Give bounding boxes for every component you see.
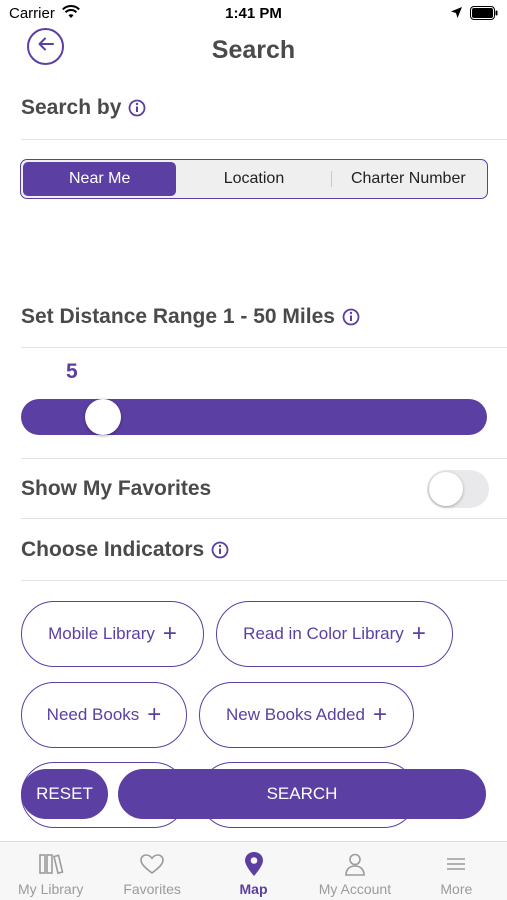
chip-new-books-added[interactable]: New Books Added + [199, 682, 414, 748]
map-pin-icon [243, 851, 265, 877]
person-icon [343, 851, 367, 877]
plus-icon: + [372, 701, 387, 728]
chip-read-in-color-library[interactable]: Read in Color Library + [216, 601, 453, 667]
search-by-label: Search by [21, 96, 122, 119]
status-time: 1:41 PM [225, 5, 282, 22]
info-icon[interactable] [211, 541, 229, 559]
toggle-knob [429, 472, 463, 506]
plus-icon: + [411, 620, 426, 647]
chip-mobile-library[interactable]: Mobile Library + [21, 601, 204, 667]
search-button[interactable]: SEARCH [118, 769, 486, 819]
tab-more[interactable]: More [406, 842, 507, 900]
search-by-heading: Search by [21, 96, 146, 120]
distance-slider[interactable] [21, 399, 487, 435]
chip-label: New Books Added [226, 705, 365, 724]
indicators-label: Choose Indicators [21, 538, 205, 561]
chip-label: Read in Color Library [243, 624, 404, 643]
tab-label: Favorites [123, 881, 181, 897]
tab-label: My Account [318, 881, 392, 897]
menu-icon [445, 851, 467, 877]
search-by-segmented-control: Near Me Location Charter Number [20, 159, 488, 199]
divider [21, 347, 507, 348]
tab-label: More [440, 881, 473, 897]
divider [21, 139, 507, 140]
show-favorites-toggle[interactable] [427, 470, 489, 508]
slider-thumb[interactable] [84, 399, 121, 435]
heart-icon [139, 851, 165, 877]
location-arrow-icon [450, 6, 463, 24]
distance-heading: Set Distance Range 1 - 50 Miles [21, 305, 360, 329]
chip-label: Mobile Library [48, 624, 155, 643]
chip-need-books[interactable]: Need Books + [21, 682, 187, 748]
divider [21, 518, 507, 519]
tab-my-account[interactable]: My Account [304, 842, 405, 900]
tab-label: Map [239, 881, 268, 897]
plus-icon: + [147, 701, 162, 728]
plus-icon: + [162, 620, 177, 647]
battery-icon [470, 6, 498, 25]
info-icon[interactable] [128, 99, 146, 117]
divider [21, 458, 507, 459]
segment-near-me[interactable]: Near Me [23, 162, 177, 196]
reset-button[interactable]: RESET [21, 769, 108, 819]
tab-favorites[interactable]: Favorites [101, 842, 202, 900]
info-icon[interactable] [342, 308, 360, 326]
page-title: Search [211, 36, 296, 64]
show-favorites-label: Show My Favorites [21, 477, 212, 500]
status-bar: Carrier 1:41 PM [0, 0, 507, 28]
indicators-heading: Choose Indicators [21, 538, 229, 562]
distance-label: Set Distance Range 1 - 50 Miles [21, 305, 335, 328]
books-icon [38, 851, 64, 877]
tab-bar: My Library Favorites Map My Account More [0, 841, 507, 900]
tab-map[interactable]: Map [203, 842, 304, 900]
segment-location[interactable]: Location [177, 162, 330, 196]
distance-value: 5 [66, 360, 78, 383]
divider [21, 580, 507, 581]
segment-charter-number[interactable]: Charter Number [332, 162, 485, 196]
tab-label: My Library [18, 881, 84, 897]
tab-my-library[interactable]: My Library [0, 842, 101, 900]
chip-label: Need Books [46, 705, 140, 724]
